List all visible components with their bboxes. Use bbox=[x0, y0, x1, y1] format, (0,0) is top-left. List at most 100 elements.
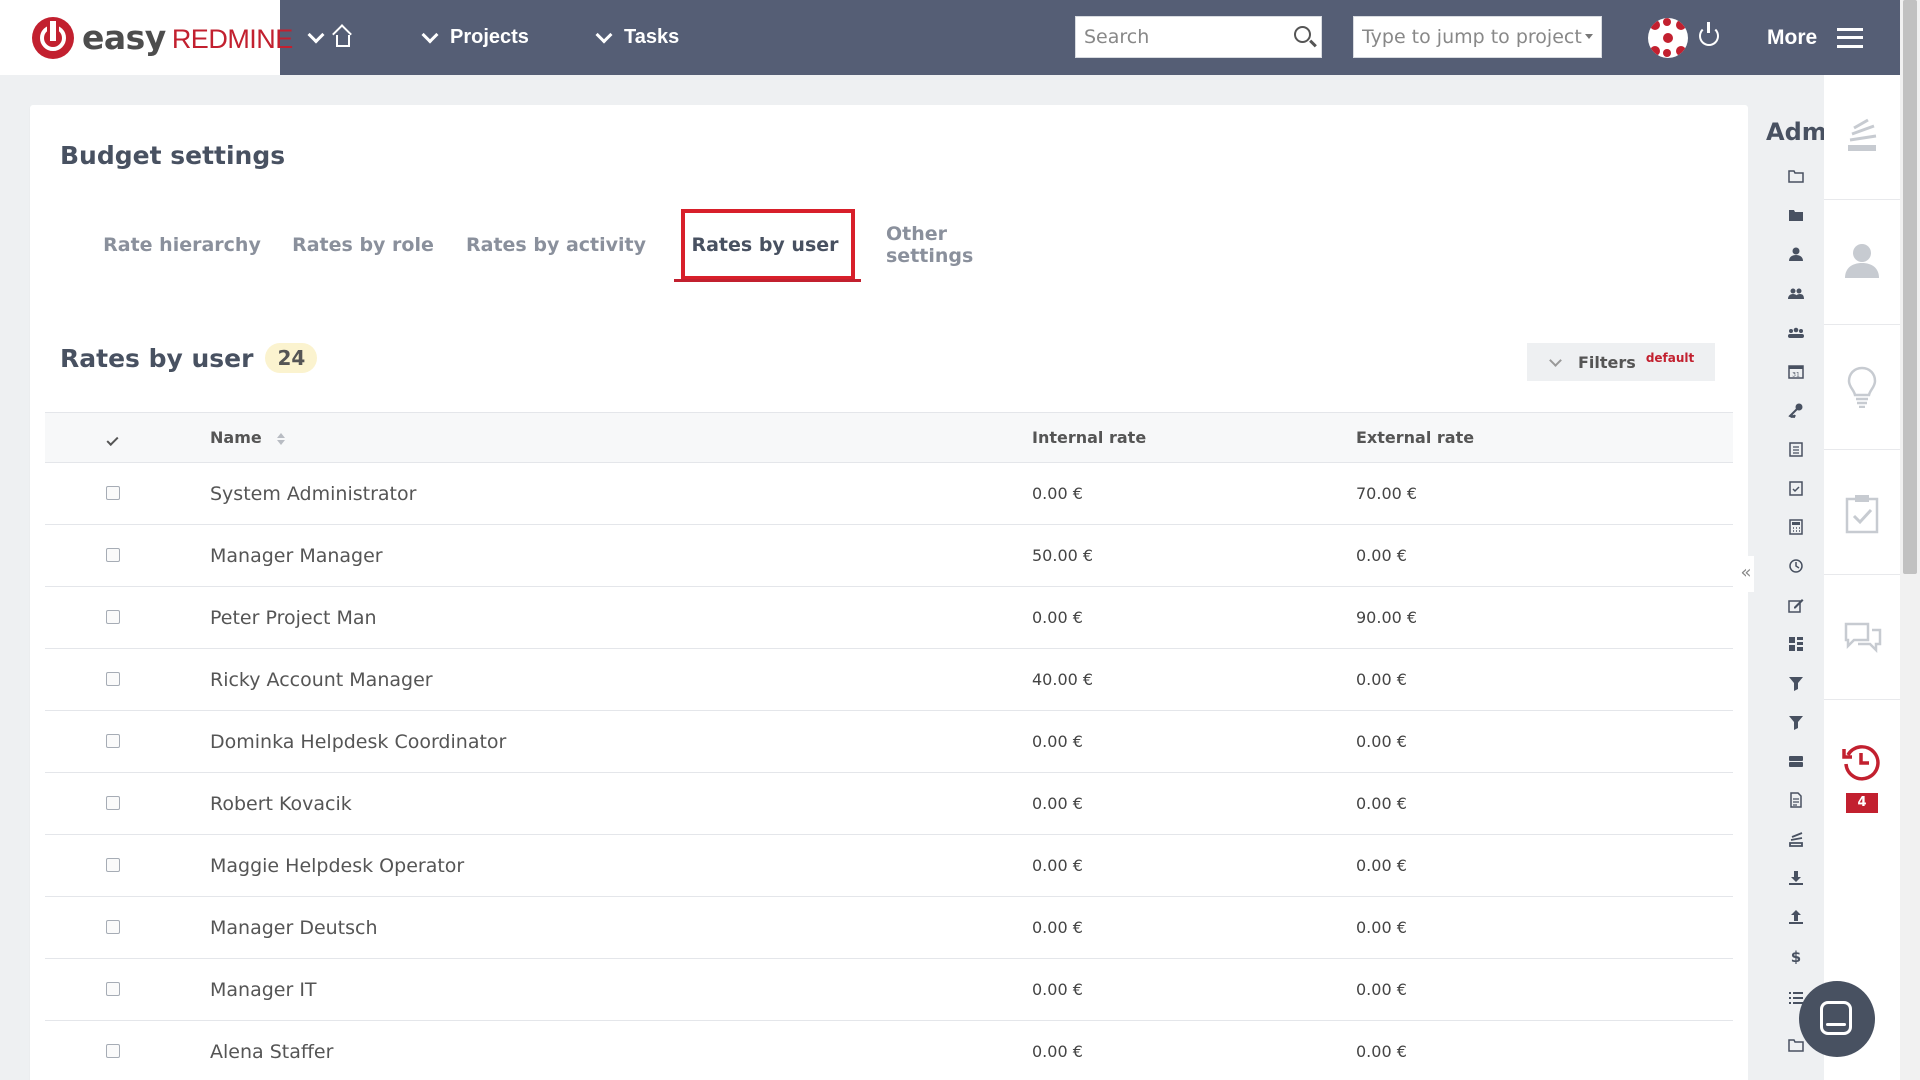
user-name-cell[interactable]: Ricky Account Manager bbox=[180, 649, 1002, 711]
internal-rate-cell: 0.00 € bbox=[1032, 1042, 1083, 1061]
activity-stack-icon[interactable] bbox=[1844, 118, 1880, 154]
external-rate-cell: 0.00 € bbox=[1356, 856, 1407, 875]
table-row[interactable]: Alena Staffer 0.00 € 0.00 € bbox=[45, 1021, 1733, 1080]
collapse-sidebar-icon[interactable]: « bbox=[1738, 556, 1754, 592]
tab-rates-by-role[interactable]: Rates by role bbox=[292, 205, 434, 285]
internal-rate-cell: 0.00 € bbox=[1032, 732, 1083, 751]
chevron-down-icon bbox=[595, 26, 613, 43]
table-row[interactable]: Ricky Account Manager 40.00 € 0.00 € bbox=[45, 649, 1733, 711]
power-icon[interactable] bbox=[1699, 22, 1719, 46]
table-row[interactable]: Maggie Helpdesk Operator 0.00 € 0.00 € bbox=[45, 835, 1733, 897]
table-row[interactable]: Dominka Helpdesk Coordinator 0.00 € 0.00… bbox=[45, 711, 1733, 773]
sort-icon[interactable] bbox=[277, 432, 286, 445]
lightbulb-icon[interactable] bbox=[1846, 366, 1878, 408]
edit-icon[interactable] bbox=[1788, 597, 1804, 613]
menu-toggle[interactable] bbox=[307, 0, 350, 75]
row-checkbox[interactable] bbox=[105, 671, 120, 686]
document-icon[interactable] bbox=[1788, 792, 1804, 808]
row-checkbox[interactable] bbox=[105, 1043, 120, 1058]
svg-text:$: $ bbox=[1791, 948, 1801, 964]
server-icon[interactable] bbox=[1788, 753, 1804, 769]
internal-rate-cell: 0.00 € bbox=[1032, 608, 1083, 627]
filter-alt-icon[interactable] bbox=[1788, 714, 1804, 730]
time-tracking-icon[interactable] bbox=[1842, 743, 1880, 781]
table-row[interactable]: Peter Project Man 0.00 € 90.00 € bbox=[45, 587, 1733, 649]
row-checkbox[interactable] bbox=[105, 795, 120, 810]
active-tab-highlight bbox=[681, 209, 855, 280]
nav-projects[interactable]: Projects bbox=[421, 0, 529, 75]
user-name-cell[interactable]: Dominka Helpdesk Coordinator bbox=[180, 711, 1002, 773]
table-row[interactable]: Robert Kovacik 0.00 € 0.00 € bbox=[45, 773, 1733, 835]
jump-to-project-box bbox=[1353, 16, 1602, 58]
upload-icon[interactable] bbox=[1788, 909, 1804, 925]
column-header-internal-rate[interactable]: Internal rate bbox=[1002, 413, 1326, 463]
users-icon[interactable] bbox=[1788, 324, 1804, 340]
search-input[interactable] bbox=[1084, 26, 1284, 48]
dashboard-icon[interactable] bbox=[1788, 636, 1804, 652]
user-icon[interactable] bbox=[1788, 246, 1804, 262]
calendar-icon[interactable]: 31 bbox=[1788, 363, 1804, 379]
chat-bubbles-icon[interactable] bbox=[1842, 620, 1882, 656]
internal-rate-cell: 50.00 € bbox=[1032, 546, 1094, 565]
download-icon[interactable] bbox=[1788, 870, 1804, 886]
user-name-cell[interactable]: Maggie Helpdesk Operator bbox=[180, 835, 1002, 897]
key-icon[interactable] bbox=[1788, 402, 1804, 418]
filters-button[interactable]: Filters default bbox=[1527, 343, 1715, 381]
more-menu[interactable]: More bbox=[1767, 0, 1864, 75]
user-name-cell[interactable]: Alena Staffer bbox=[180, 1021, 1002, 1080]
caret-down-icon[interactable] bbox=[1585, 34, 1593, 39]
row-checkbox[interactable] bbox=[105, 857, 120, 872]
tab-rate-hierarchy[interactable]: Rate hierarchy bbox=[102, 205, 262, 285]
dollar-icon[interactable]: $ bbox=[1788, 948, 1804, 964]
tab-other-settings[interactable]: Other settings bbox=[886, 205, 1038, 285]
logo[interactable]: easy REDMINE bbox=[0, 0, 293, 75]
row-checkbox[interactable] bbox=[105, 981, 120, 996]
folder-icon[interactable] bbox=[1788, 168, 1804, 184]
chat-launcher-button[interactable] bbox=[1799, 981, 1875, 1057]
count-badge: 24 bbox=[265, 343, 318, 373]
table-row[interactable]: Manager IT 0.00 € 0.00 € bbox=[45, 959, 1733, 1021]
user-name-cell[interactable]: Manager Manager bbox=[180, 525, 1002, 587]
user-name-cell[interactable]: System Administrator bbox=[180, 463, 1002, 525]
row-checkbox[interactable] bbox=[105, 609, 120, 624]
check-icon[interactable] bbox=[106, 433, 119, 447]
history-icon[interactable] bbox=[1788, 558, 1804, 574]
nav-tasks[interactable]: Tasks bbox=[595, 0, 679, 75]
external-rate-cell: 0.00 € bbox=[1356, 794, 1407, 813]
table-row[interactable]: Manager Manager 50.00 € 0.00 € bbox=[45, 525, 1733, 587]
checklist-icon[interactable] bbox=[1788, 480, 1804, 496]
filter-icon[interactable] bbox=[1788, 675, 1804, 691]
table-row[interactable]: System Administrator 0.00 € 70.00 € bbox=[45, 463, 1733, 525]
calculator-icon[interactable] bbox=[1788, 519, 1804, 535]
select-all-header[interactable] bbox=[45, 413, 180, 463]
row-checkbox[interactable] bbox=[105, 547, 120, 562]
page-title: Budget settings bbox=[60, 141, 286, 170]
chevron-down-icon bbox=[307, 26, 325, 43]
row-checkbox[interactable] bbox=[105, 485, 120, 500]
column-header-external-rate[interactable]: External rate bbox=[1326, 413, 1733, 463]
user-name-cell[interactable]: Manager IT bbox=[180, 959, 1002, 1021]
column-header-name[interactable]: Name bbox=[180, 413, 1002, 463]
task-checklist-icon[interactable] bbox=[1845, 494, 1879, 534]
user-avatar[interactable] bbox=[1648, 18, 1688, 58]
folder-filled-icon[interactable] bbox=[1788, 207, 1804, 223]
svg-text:31: 31 bbox=[1792, 372, 1800, 379]
user-name-cell[interactable]: Robert Kovacik bbox=[180, 773, 1002, 835]
logo-text-redmine: REDMINE bbox=[171, 24, 294, 54]
scrollbar-thumb[interactable] bbox=[1903, 0, 1917, 574]
filters-default-badge: default bbox=[1645, 351, 1695, 365]
stack-icon[interactable] bbox=[1788, 831, 1804, 847]
row-checkbox[interactable] bbox=[105, 919, 120, 934]
home-icon[interactable] bbox=[336, 34, 350, 47]
jump-to-project-input[interactable] bbox=[1362, 26, 1590, 48]
folder-link-icon[interactable] bbox=[1788, 1037, 1804, 1053]
user-name-cell[interactable]: Peter Project Man bbox=[180, 587, 1002, 649]
row-checkbox[interactable] bbox=[105, 733, 120, 748]
clipboard-icon[interactable] bbox=[1788, 441, 1804, 457]
user-name-cell[interactable]: Manager Deutsch bbox=[180, 897, 1002, 959]
table-row[interactable]: Manager Deutsch 0.00 € 0.00 € bbox=[45, 897, 1733, 959]
user-profile-icon[interactable] bbox=[1842, 240, 1882, 280]
group-icon[interactable] bbox=[1788, 285, 1804, 301]
tab-rates-by-activity[interactable]: Rates by activity bbox=[464, 205, 648, 285]
search-icon[interactable] bbox=[1294, 26, 1311, 43]
